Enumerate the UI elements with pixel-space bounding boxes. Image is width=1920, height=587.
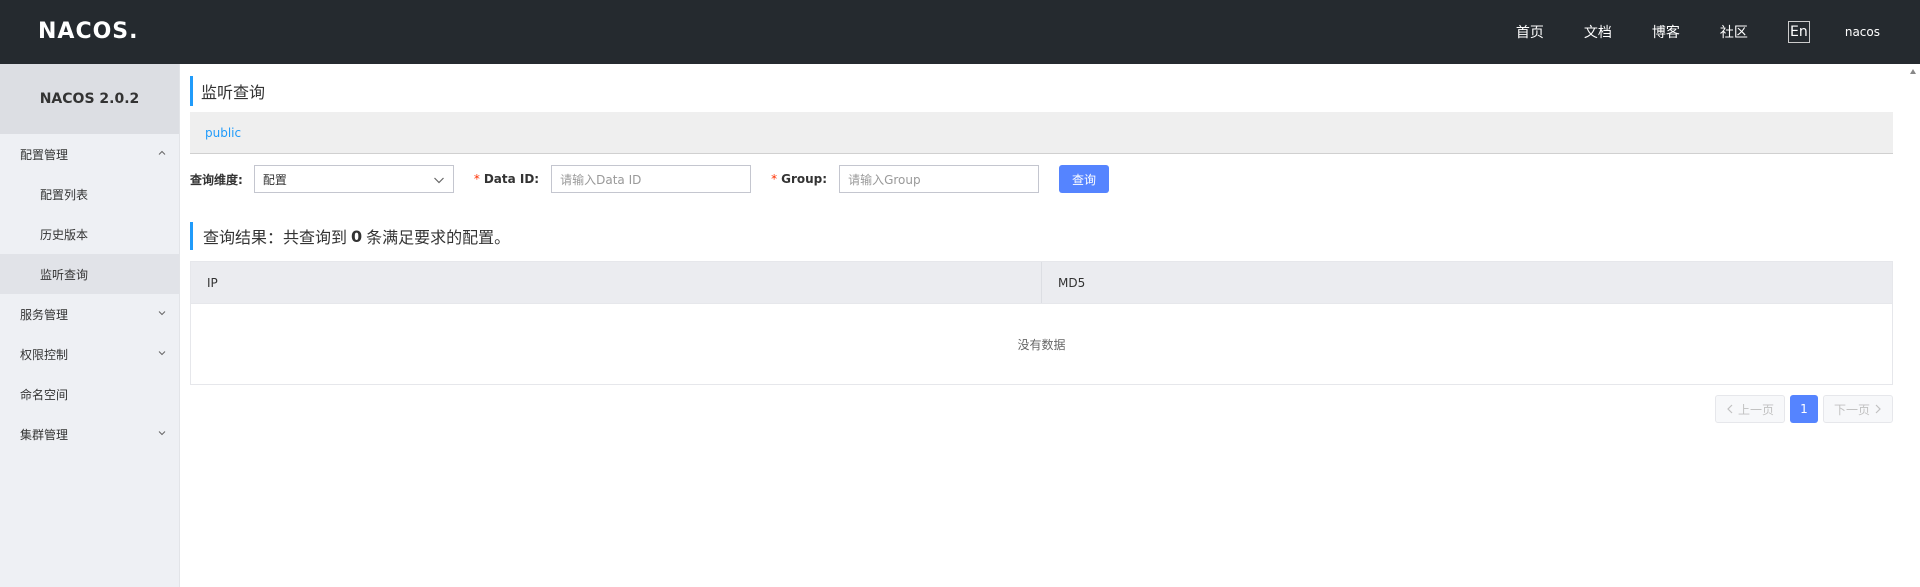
sidebar-group-label: 服务管理 [20, 307, 69, 322]
chevron-down-icon [158, 311, 166, 316]
chevron-down-icon [158, 351, 166, 356]
group-input[interactable]: 请输入Group [839, 165, 1040, 193]
chevron-right-icon [1875, 404, 1881, 414]
dataid-label: Data ID: [483, 172, 540, 186]
next-page-button[interactable]: 下一页 [1822, 395, 1893, 423]
page-number-current[interactable]: 1 [1789, 395, 1818, 423]
nav-link-home[interactable]: 首页 [1516, 22, 1544, 42]
dataid-input[interactable]: 请输入Data ID [551, 165, 752, 193]
language-switch[interactable]: En [1787, 21, 1810, 43]
sidebar-item-history[interactable]: 历史版本 [0, 214, 179, 254]
query-form: 查询维度: 配置 * Data ID: 请输入Data ID * Group: … [190, 164, 1110, 194]
nav-link-community[interactable]: 社区 [1720, 22, 1748, 42]
sidebar-item-listener-query[interactable]: 监听查询 [0, 254, 179, 294]
sidebar-group-cluster[interactable]: 集群管理 [0, 414, 179, 454]
chevron-down-icon [158, 431, 166, 436]
group-label: Group: [781, 172, 828, 186]
sidebar-group-label: 配置管理 [20, 147, 69, 162]
sidebar-item-namespace[interactable]: 命名空间 [0, 374, 179, 414]
user-name[interactable]: nacos [1845, 25, 1880, 39]
top-nav-links: 首页 文档 博客 社区 En nacos [1516, 0, 1920, 64]
dimension-select-value: 配置 [262, 172, 287, 187]
next-page-label: 下一页 [1833, 402, 1870, 417]
namespace-bar: public [190, 112, 1893, 154]
top-navigation-bar: NACOS. 首页 文档 博客 社区 En nacos [0, 0, 1920, 64]
sidebar: NACOS 2.0.2 配置管理 配置列表 历史版本 监听查询 服务管理 权限控… [0, 64, 180, 587]
result-summary: 查询结果：共查询到 0 条满足要求的配置。 [190, 222, 510, 250]
sidebar-group-service[interactable]: 服务管理 [0, 294, 179, 334]
prev-page-button[interactable]: 上一页 [1714, 395, 1785, 423]
chevron-up-icon [158, 150, 166, 155]
namespace-link-public[interactable]: public [205, 126, 241, 140]
chevron-down-icon [433, 177, 444, 184]
table-header: IP MD5 [191, 262, 1892, 304]
chevron-left-icon [1727, 404, 1733, 414]
required-mark: * [473, 172, 480, 186]
sidebar-group-label: 权限控制 [20, 347, 69, 362]
table-empty-message: 没有数据 [1017, 337, 1066, 352]
scroll-up-arrow-icon[interactable] [1909, 68, 1917, 76]
listener-table: IP MD5 没有数据 [190, 261, 1893, 385]
dimension-label: 查询维度: [190, 172, 243, 187]
dimension-select[interactable]: 配置 [253, 165, 454, 193]
sidebar-group-auth[interactable]: 权限控制 [0, 334, 179, 374]
sidebar-group-label: 命名空间 [20, 387, 69, 402]
nacos-logo[interactable]: NACOS. [38, 18, 139, 44]
sidebar-group-label: 集群管理 [20, 427, 69, 442]
required-mark: * [771, 172, 778, 186]
query-button[interactable]: 查询 [1059, 165, 1110, 193]
column-header-md5: MD5 [1041, 262, 1892, 303]
nav-link-blog[interactable]: 博客 [1652, 22, 1680, 42]
logo-text: NACOS [38, 18, 130, 44]
sidebar-title: NACOS 2.0.2 [0, 64, 179, 134]
vertical-scrollbar[interactable] [1905, 64, 1920, 587]
nav-link-docs[interactable]: 文档 [1584, 22, 1612, 42]
sidebar-item-config-list[interactable]: 配置列表 [0, 174, 179, 214]
result-count: 0 [351, 226, 363, 246]
result-prefix: 查询结果：共查询到 [203, 228, 348, 247]
pagination: 上一页 1 下一页 [1714, 395, 1893, 423]
column-header-ip: IP [207, 275, 218, 290]
logo-dot: . [129, 18, 139, 44]
sidebar-group-config[interactable]: 配置管理 [0, 134, 179, 174]
prev-page-label: 上一页 [1737, 402, 1774, 417]
page-title: 监听查询 [190, 76, 265, 106]
result-suffix: 条满足要求的配置。 [366, 228, 511, 247]
